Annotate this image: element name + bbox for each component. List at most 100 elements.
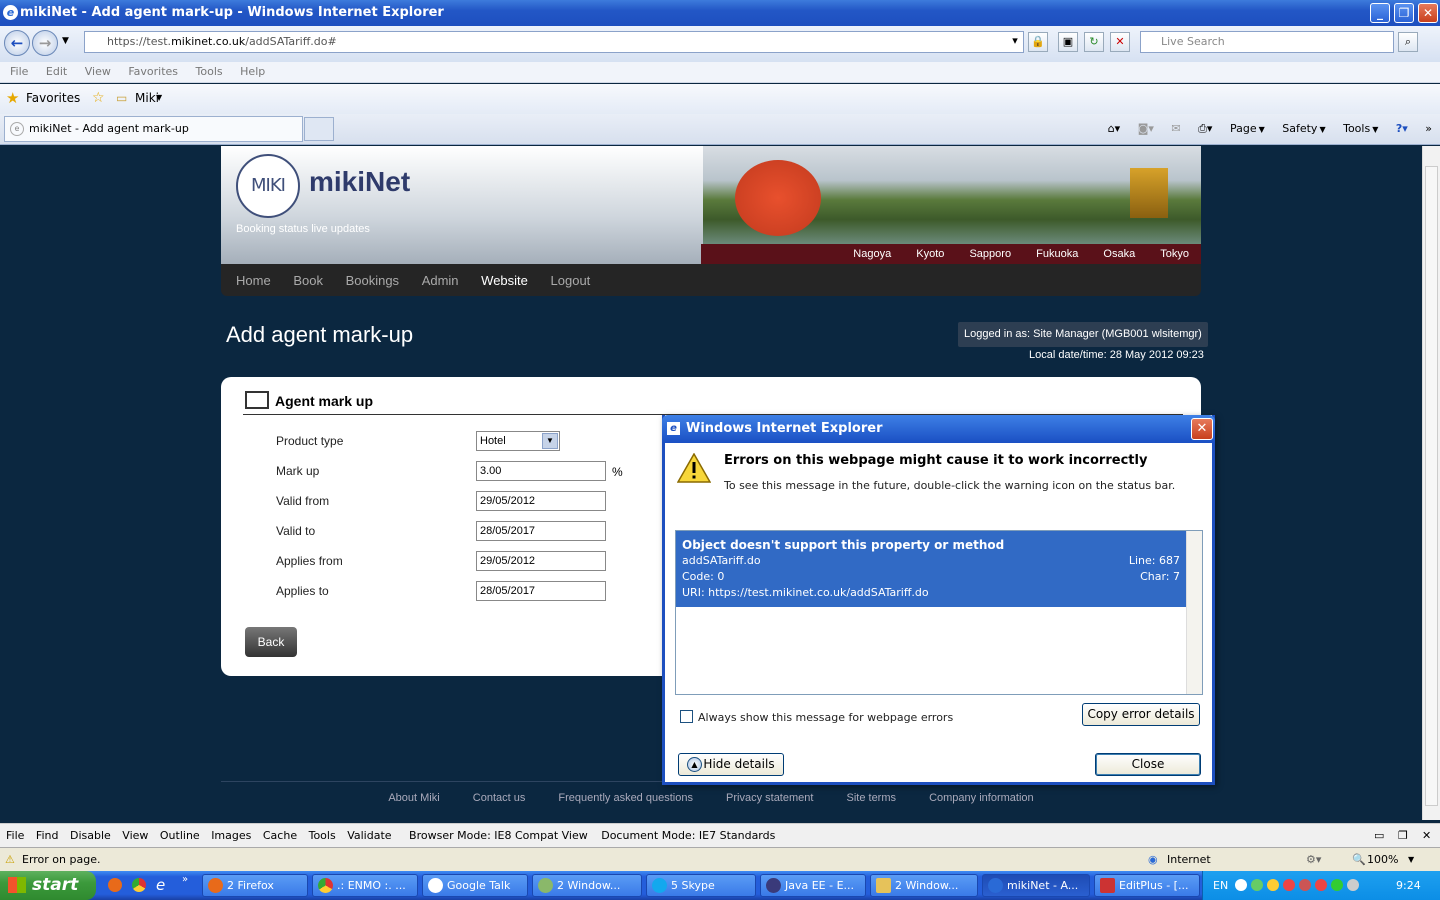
valid-to-input[interactable]: 28/05/2017 (476, 521, 606, 541)
scrollbar-thumb[interactable] (1425, 166, 1438, 806)
new-tab-button[interactable] (304, 117, 334, 141)
city-link[interactable]: Osaka (1103, 248, 1135, 260)
home-icon[interactable]: ⌂▾ (1108, 122, 1121, 135)
forward-arrow-icon[interactable]: → (32, 30, 58, 56)
footer-link[interactable]: Contact us (473, 792, 526, 804)
city-link[interactable]: Fukuoka (1036, 248, 1078, 260)
dev-disable[interactable]: Disable (70, 829, 111, 842)
help-icon[interactable]: ?▾ (1396, 122, 1408, 135)
task-editplus[interactable]: EditPlus - [... (1094, 874, 1200, 897)
safety-menu[interactable]: Safety (1282, 122, 1317, 135)
protected-mode-icon[interactable]: ⚙▾ (1306, 848, 1321, 872)
language-indicator[interactable]: EN (1213, 871, 1228, 900)
dev-validate[interactable]: Validate (347, 829, 391, 842)
start-button[interactable]: start (0, 871, 96, 900)
footer-link[interactable]: Site terms (847, 792, 897, 804)
tools-menu[interactable]: Tools (1343, 122, 1370, 135)
task-mikinet-ie[interactable]: mikiNet - A... (982, 874, 1090, 897)
dev-outline[interactable]: Outline (160, 829, 200, 842)
nav-admin[interactable]: Admin (422, 273, 459, 288)
task-google-talk[interactable]: Google Talk (422, 874, 528, 897)
task-skype[interactable]: 5 Skype (646, 874, 756, 897)
tab-active[interactable]: e mikiNet - Add agent mark-up (4, 116, 303, 142)
nav-home[interactable]: Home (236, 273, 271, 288)
applies-to-input[interactable]: 28/05/2017 (476, 581, 606, 601)
tray-icon[interactable] (1331, 879, 1343, 891)
refresh-icon[interactable]: ↻ (1084, 32, 1104, 52)
tray-icon[interactable] (1315, 879, 1327, 891)
compat-view-icon[interactable]: ▣ (1058, 32, 1078, 52)
clock[interactable]: 9:24 AM (1396, 871, 1440, 900)
menu-view[interactable]: View (85, 65, 111, 78)
ie-quicklaunch-icon[interactable]: e (156, 876, 165, 894)
dev-images[interactable]: Images (211, 829, 251, 842)
zoom-level[interactable]: 100% (1367, 848, 1398, 872)
tray-icon[interactable] (1347, 879, 1359, 891)
dev-view[interactable]: View (122, 829, 148, 842)
nav-logout[interactable]: Logout (551, 273, 591, 288)
search-input[interactable]: Live Search (1140, 31, 1394, 53)
mail-icon[interactable]: ✉ (1171, 122, 1180, 135)
task-firefox[interactable]: 2 Firefox (202, 874, 308, 897)
minimize-button[interactable]: _ (1370, 3, 1390, 23)
address-input[interactable]: https://test.mikinet.co.uk/addSATariff.d… (84, 31, 1024, 53)
warning-icon[interactable]: ⚠ (5, 848, 15, 872)
favorites-button[interactable]: Favorites (26, 84, 80, 112)
firefox-quicklaunch-icon[interactable] (108, 878, 122, 892)
dialog-close-button[interactable]: Close (1095, 753, 1201, 776)
maximize-button[interactable]: ❐ (1394, 3, 1414, 23)
footer-link[interactable]: Frequently asked questions (558, 792, 693, 804)
tray-icon[interactable] (1283, 879, 1295, 891)
city-link[interactable]: Sapporo (969, 248, 1011, 260)
browser-mode[interactable]: Browser Mode: IE8 Compat View (409, 829, 588, 842)
chrome-quicklaunch-icon[interactable] (132, 878, 146, 892)
nav-bookings[interactable]: Bookings (346, 273, 399, 288)
back-arrow-icon[interactable]: ← (4, 30, 30, 56)
error-details-list[interactable]: Object doesn't support this property or … (675, 530, 1203, 695)
footer-link[interactable]: About Miki (388, 792, 439, 804)
close-icon[interactable]: ✕ (1422, 824, 1431, 848)
menu-help[interactable]: Help (240, 65, 265, 78)
minimize-icon[interactable]: ▭ (1374, 824, 1384, 848)
chevron-down-icon[interactable]: ▼ (1408, 848, 1414, 872)
feeds-icon[interactable]: ◙▾ (1138, 122, 1154, 135)
task-java-ee[interactable]: Java EE - E... (760, 874, 866, 897)
nav-book[interactable]: Book (293, 273, 323, 288)
error-list-scrollbar[interactable] (1186, 531, 1202, 694)
back-button[interactable]: Back (245, 627, 297, 657)
copy-error-details-button[interactable]: Copy error details (1082, 703, 1200, 726)
tray-icon[interactable] (1235, 879, 1247, 891)
menu-file[interactable]: File (10, 65, 28, 78)
more-chevron-icon[interactable]: » (1425, 122, 1432, 135)
product-type-select[interactable]: Hotel ▼ (476, 431, 560, 451)
address-dropdown-icon[interactable]: ▾ (1006, 32, 1024, 52)
tray-icon[interactable] (1251, 879, 1263, 891)
always-show-label[interactable]: Always show this message for webpage err… (698, 711, 953, 724)
valid-from-input[interactable]: 29/05/2012 (476, 491, 606, 511)
history-dropdown-icon[interactable]: ▼ (62, 36, 69, 46)
lock-icon[interactable]: 🔒 (1028, 32, 1048, 52)
print-icon[interactable]: ⎙▾ (1198, 122, 1212, 135)
always-show-checkbox[interactable] (680, 710, 693, 723)
city-link[interactable]: Nagoya (853, 248, 891, 260)
add-favorite-icon[interactable]: ☆ (92, 84, 105, 112)
menu-favorites[interactable]: Favorites (128, 65, 178, 78)
stop-icon[interactable]: ✕ (1110, 32, 1130, 52)
menu-tools[interactable]: Tools (196, 65, 223, 78)
footer-link[interactable]: Company information (929, 792, 1034, 804)
hide-details-button[interactable]: ▲ Hide details (678, 753, 784, 776)
close-window-button[interactable]: ✕ (1418, 3, 1438, 23)
page-scrollbar[interactable] (1422, 146, 1440, 820)
error-entry[interactable]: Object doesn't support this property or … (676, 531, 1186, 607)
city-link[interactable]: Tokyo (1160, 248, 1189, 260)
dev-cache[interactable]: Cache (263, 829, 297, 842)
more-chevron-icon[interactable]: » (182, 874, 188, 885)
dev-find[interactable]: Find (36, 829, 59, 842)
applies-from-input[interactable]: 29/05/2012 (476, 551, 606, 571)
tray-icon[interactable] (1267, 879, 1279, 891)
footer-link[interactable]: Privacy statement (726, 792, 813, 804)
markup-input[interactable]: 3.00 (476, 461, 606, 481)
nav-website[interactable]: Website (481, 273, 528, 288)
restore-icon[interactable]: ❐ (1398, 824, 1408, 848)
task-windows-explorer[interactable]: 2 Window... (532, 874, 642, 897)
